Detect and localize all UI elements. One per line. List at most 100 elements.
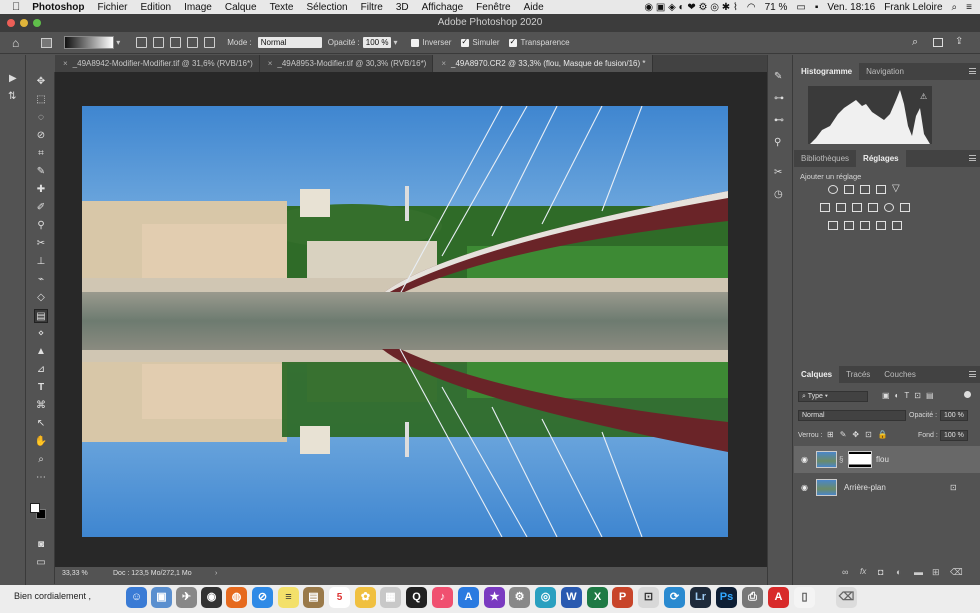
zoom-tool-icon[interactable]: ⌕: [34, 453, 48, 467]
launchpad-icon[interactable]: ✈: [176, 587, 197, 608]
blur-tool-icon[interactable]: ⋄: [34, 327, 48, 341]
acrobat-icon[interactable]: A: [768, 587, 789, 608]
search-icon[interactable]: ⌕: [912, 36, 918, 49]
exposure-icon[interactable]: [876, 185, 886, 194]
visibility-eye-icon[interactable]: ◉: [801, 474, 808, 501]
menu-image[interactable]: Image: [184, 2, 212, 13]
stamp-tool-icon[interactable]: ⊥: [34, 255, 48, 269]
history-brush-tool-icon[interactable]: ✂: [34, 237, 48, 251]
hand-tool-icon[interactable]: ✋: [34, 435, 48, 449]
clone-source-icon[interactable]: ⚲: [774, 137, 781, 148]
angle-gradient-button[interactable]: [170, 37, 182, 48]
healing-brush-tool-icon[interactable]: ✚: [34, 183, 48, 197]
black-white-icon[interactable]: [852, 203, 862, 212]
transparency-checkbox[interactable]: [509, 37, 518, 47]
system-preferences-icon[interactable]: ⚙: [509, 587, 530, 608]
move-tool-icon[interactable]: ✥: [34, 75, 48, 89]
pen-tool-icon[interactable]: ⊿: [34, 363, 48, 377]
layer-filter-icons[interactable]: ▣◐T⊡▤: [882, 391, 939, 400]
screen-mode-icon[interactable]: ▭: [34, 556, 48, 570]
opacity-input[interactable]: 100 %: [362, 37, 392, 48]
status-menu-icon[interactable]: ›: [215, 567, 217, 581]
menu-fenetre[interactable]: Fenêtre: [476, 2, 510, 13]
tab-document-1[interactable]: × _49A8942-Modifier-Modifier.tif @ 31,6% …: [55, 55, 260, 72]
contacts-icon[interactable]: ▤: [303, 587, 324, 608]
quick-selection-tool-icon[interactable]: ⊘: [34, 129, 48, 143]
menu-filtre[interactable]: Filtre: [361, 2, 383, 13]
levels-icon[interactable]: [844, 185, 854, 194]
calendar-icon[interactable]: 5: [329, 587, 350, 608]
layer-name[interactable]: flou: [876, 446, 889, 473]
channel-mixer-icon[interactable]: [884, 203, 894, 212]
zoom-level[interactable]: 33,33 %: [62, 567, 88, 581]
new-group-icon[interactable]: ▬: [914, 567, 923, 577]
menu-aide[interactable]: Aide: [524, 2, 544, 13]
imovie-icon[interactable]: ★: [484, 587, 505, 608]
menu-edition[interactable]: Edition: [140, 2, 171, 13]
close-window-button[interactable]: [7, 19, 15, 27]
lasso-tool-icon[interactable]: ◌: [34, 111, 48, 125]
color-lookup-icon[interactable]: [900, 203, 910, 212]
menu-photoshop[interactable]: Photoshop: [32, 2, 84, 13]
more-tools-icon[interactable]: ⋯: [34, 471, 48, 485]
panel-menu-icon[interactable]: [969, 155, 976, 161]
battery-icon[interactable]: ▭: [796, 2, 805, 13]
layer-row-background[interactable]: ◉ Arrière-plan ⊡: [794, 474, 980, 501]
delete-layer-icon[interactable]: ⌫: [950, 567, 963, 578]
type-tool-icon[interactable]: T: [34, 381, 48, 395]
eraser-tool-icon[interactable]: ◇: [34, 291, 48, 305]
clone-stamp-tool-icon[interactable]: ⚲: [34, 219, 48, 233]
quickbooks-icon[interactable]: ◎: [535, 587, 556, 608]
mode-select[interactable]: Normal: [257, 37, 322, 48]
direct-selection-tool-icon[interactable]: ↖: [34, 417, 48, 431]
printer-icon[interactable]: ⎙: [742, 587, 763, 608]
wifi-icon[interactable]: ◠: [747, 2, 756, 13]
selective-color-icon[interactable]: [876, 221, 886, 230]
photo-filter-icon[interactable]: [868, 203, 878, 212]
lightroom-icon[interactable]: Lr: [690, 587, 711, 608]
brightness-icon[interactable]: [828, 185, 838, 194]
control-center-icon[interactable]: ≡: [966, 2, 972, 13]
zoom-window-button[interactable]: [33, 19, 41, 27]
quick-mask-icon[interactable]: ◙: [34, 538, 48, 552]
document-photo[interactable]: [82, 106, 728, 537]
photos-icon[interactable]: ✿: [355, 587, 376, 608]
doc-size[interactable]: Doc : 123,5 Mo/272,1 Mo: [113, 567, 192, 581]
tab-channels[interactable]: Couches: [877, 366, 923, 383]
panel-menu-icon[interactable]: [969, 68, 976, 74]
apple-menu-icon[interactable]: : [12, 1, 20, 13]
add-mask-icon[interactable]: ◘: [878, 567, 883, 577]
trash-icon[interactable]: ⌫: [836, 587, 857, 608]
tool-preset-picker[interactable]: [41, 37, 53, 48]
close-icon[interactable]: ×: [268, 59, 273, 68]
opacity-dropdown-icon[interactable]: ▾: [393, 38, 397, 47]
tab-libraries[interactable]: Bibliothèques: [794, 150, 856, 167]
play-icon[interactable]: ▶: [9, 73, 17, 84]
invert-icon[interactable]: [828, 221, 838, 230]
preview-icon[interactable]: ▣: [151, 587, 172, 608]
fill-input[interactable]: 100 %: [940, 430, 968, 441]
menu-calque[interactable]: Calque: [225, 2, 257, 13]
linear-gradient-button[interactable]: [136, 37, 148, 48]
status-icons[interactable]: ◉ ▣ ◈ ◐ ❤ ⚙ ◎ ✱ ⌇: [644, 2, 737, 13]
simulate-checkbox[interactable]: [461, 37, 470, 47]
tab-navigation[interactable]: Navigation: [859, 63, 911, 80]
crop-tool-icon[interactable]: ⌗: [34, 147, 48, 161]
blend-mode-select[interactable]: Normal: [798, 410, 906, 421]
brush-settings-icon[interactable]: ✎: [774, 71, 782, 82]
history-icon[interactable]: ⇅: [8, 91, 16, 102]
new-adjustment-icon[interactable]: ◐: [896, 567, 901, 577]
flag-icon[interactable]: ▪: [815, 2, 819, 13]
mask-link-icon[interactable]: §: [839, 446, 843, 473]
tab-document-3[interactable]: × _49A8970.CR2 @ 33,3% (flou, Masque de f…: [433, 55, 653, 72]
layer-filter-select[interactable]: ⌕ Type ▾: [798, 391, 868, 402]
app-store-icon[interactable]: A: [458, 587, 479, 608]
curves-icon[interactable]: [860, 185, 870, 194]
visibility-eye-icon[interactable]: ◉: [801, 446, 808, 473]
vibrance-icon[interactable]: ▽: [892, 183, 900, 194]
menu-selection[interactable]: Sélection: [306, 2, 347, 13]
warning-icon[interactable]: ⚠: [920, 92, 927, 101]
capture-icon[interactable]: ⊡: [638, 587, 659, 608]
menu-3d[interactable]: 3D: [396, 2, 409, 13]
quicktime-icon[interactable]: Q: [406, 587, 427, 608]
